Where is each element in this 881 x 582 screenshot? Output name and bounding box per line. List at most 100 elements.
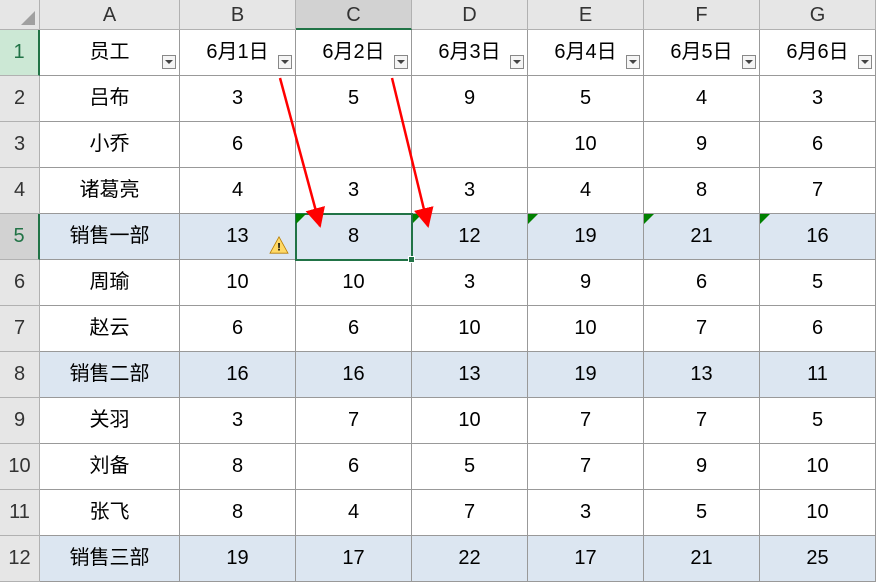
cell-F12[interactable]: 21 xyxy=(644,536,760,582)
cell-E1[interactable]: 6月4日 xyxy=(528,30,644,76)
cell-F4[interactable]: 8 xyxy=(644,168,760,214)
cell-G10[interactable]: 10 xyxy=(760,444,876,490)
row-header-3[interactable]: 3 xyxy=(0,122,40,168)
cell-B9[interactable]: 3 xyxy=(180,398,296,444)
cell-G8[interactable]: 11 xyxy=(760,352,876,398)
cell-A6[interactable]: 周瑜 xyxy=(40,260,180,306)
filter-dropdown-icon[interactable] xyxy=(510,55,524,69)
col-header-G[interactable]: G xyxy=(760,0,876,30)
cell-F8[interactable]: 13 xyxy=(644,352,760,398)
cell-E8[interactable]: 19 xyxy=(528,352,644,398)
cell-C12[interactable]: 17 xyxy=(296,536,412,582)
cell-F3[interactable]: 9 xyxy=(644,122,760,168)
cell-C5[interactable]: 8 xyxy=(296,214,412,260)
row-header-9[interactable]: 9 xyxy=(0,398,40,444)
cell-A2[interactable]: 吕布 xyxy=(40,76,180,122)
cell-A7[interactable]: 赵云 xyxy=(40,306,180,352)
filter-dropdown-icon[interactable] xyxy=(626,55,640,69)
cell-F10[interactable]: 9 xyxy=(644,444,760,490)
row-header-2[interactable]: 2 xyxy=(0,76,40,122)
cell-E12[interactable]: 17 xyxy=(528,536,644,582)
cell-B4[interactable]: 4 xyxy=(180,168,296,214)
cell-E7[interactable]: 10 xyxy=(528,306,644,352)
cell-A5[interactable]: 销售一部 xyxy=(40,214,180,260)
col-header-F[interactable]: F xyxy=(644,0,760,30)
col-header-C[interactable]: C xyxy=(296,0,412,30)
cell-F7[interactable]: 7 xyxy=(644,306,760,352)
cell-A9[interactable]: 关羽 xyxy=(40,398,180,444)
cell-C1[interactable]: 6月2日 xyxy=(296,30,412,76)
row-header-12[interactable]: 12 xyxy=(0,536,40,582)
filter-dropdown-icon[interactable] xyxy=(858,55,872,69)
cell-B7[interactable]: 6 xyxy=(180,306,296,352)
cell-A12[interactable]: 销售三部 xyxy=(40,536,180,582)
cell-D11[interactable]: 7 xyxy=(412,490,528,536)
cell-D6[interactable]: 3 xyxy=(412,260,528,306)
cell-D2[interactable]: 9 xyxy=(412,76,528,122)
cell-B5[interactable]: 13 ! xyxy=(180,214,296,260)
cell-G11[interactable]: 10 xyxy=(760,490,876,536)
cell-C10[interactable]: 6 xyxy=(296,444,412,490)
cell-C11[interactable]: 4 xyxy=(296,490,412,536)
cell-D9[interactable]: 10 xyxy=(412,398,528,444)
cell-D10[interactable]: 5 xyxy=(412,444,528,490)
cell-F5[interactable]: 21 xyxy=(644,214,760,260)
cell-G2[interactable]: 3 xyxy=(760,76,876,122)
cell-A8[interactable]: 销售二部 xyxy=(40,352,180,398)
cell-C3[interactable] xyxy=(296,122,412,168)
row-header-10[interactable]: 10 xyxy=(0,444,40,490)
cell-F11[interactable]: 5 xyxy=(644,490,760,536)
cell-B10[interactable]: 8 xyxy=(180,444,296,490)
cell-B11[interactable]: 8 xyxy=(180,490,296,536)
col-header-E[interactable]: E xyxy=(528,0,644,30)
error-warning-icon[interactable]: ! xyxy=(269,226,289,244)
cell-B8[interactable]: 16 xyxy=(180,352,296,398)
cell-G5[interactable]: 16 xyxy=(760,214,876,260)
col-header-B[interactable]: B xyxy=(180,0,296,30)
cell-C9[interactable]: 7 xyxy=(296,398,412,444)
row-header-5[interactable]: 5 xyxy=(0,214,40,260)
cell-E4[interactable]: 4 xyxy=(528,168,644,214)
cell-G1[interactable]: 6月6日 xyxy=(760,30,876,76)
cell-F6[interactable]: 6 xyxy=(644,260,760,306)
cell-E11[interactable]: 3 xyxy=(528,490,644,536)
cell-G9[interactable]: 5 xyxy=(760,398,876,444)
cell-D3[interactable] xyxy=(412,122,528,168)
cell-D12[interactable]: 22 xyxy=(412,536,528,582)
cell-A1[interactable]: 员工 xyxy=(40,30,180,76)
cell-B3[interactable]: 6 xyxy=(180,122,296,168)
cell-D5[interactable]: 12 xyxy=(412,214,528,260)
cell-D7[interactable]: 10 xyxy=(412,306,528,352)
cell-C6[interactable]: 10 xyxy=(296,260,412,306)
cell-A10[interactable]: 刘备 xyxy=(40,444,180,490)
cell-B12[interactable]: 19 xyxy=(180,536,296,582)
row-header-4[interactable]: 4 xyxy=(0,168,40,214)
cell-G6[interactable]: 5 xyxy=(760,260,876,306)
cell-E5[interactable]: 19 xyxy=(528,214,644,260)
cell-B2[interactable]: 3 xyxy=(180,76,296,122)
cell-C2[interactable]: 5 xyxy=(296,76,412,122)
row-header-7[interactable]: 7 xyxy=(0,306,40,352)
fill-handle[interactable] xyxy=(408,256,415,263)
row-header-6[interactable]: 6 xyxy=(0,260,40,306)
cell-D4[interactable]: 3 xyxy=(412,168,528,214)
cell-A11[interactable]: 张飞 xyxy=(40,490,180,536)
cell-G3[interactable]: 6 xyxy=(760,122,876,168)
cell-G7[interactable]: 6 xyxy=(760,306,876,352)
filter-dropdown-icon[interactable] xyxy=(742,55,756,69)
filter-dropdown-icon[interactable] xyxy=(162,55,176,69)
row-header-8[interactable]: 8 xyxy=(0,352,40,398)
cell-B1[interactable]: 6月1日 xyxy=(180,30,296,76)
cell-F9[interactable]: 7 xyxy=(644,398,760,444)
cell-E2[interactable]: 5 xyxy=(528,76,644,122)
cell-A3[interactable]: 小乔 xyxy=(40,122,180,168)
cell-F2[interactable]: 4 xyxy=(644,76,760,122)
select-all-corner[interactable] xyxy=(0,0,40,30)
cell-E10[interactable]: 7 xyxy=(528,444,644,490)
cell-F1[interactable]: 6月5日 xyxy=(644,30,760,76)
cell-C4[interactable]: 3 xyxy=(296,168,412,214)
cell-B6[interactable]: 10 xyxy=(180,260,296,306)
spreadsheet-grid[interactable]: A B C D E F G 1 员工 6月1日 6月2日 6月3日 6月4日 6… xyxy=(0,0,881,582)
row-header-11[interactable]: 11 xyxy=(0,490,40,536)
filter-dropdown-icon[interactable] xyxy=(394,55,408,69)
